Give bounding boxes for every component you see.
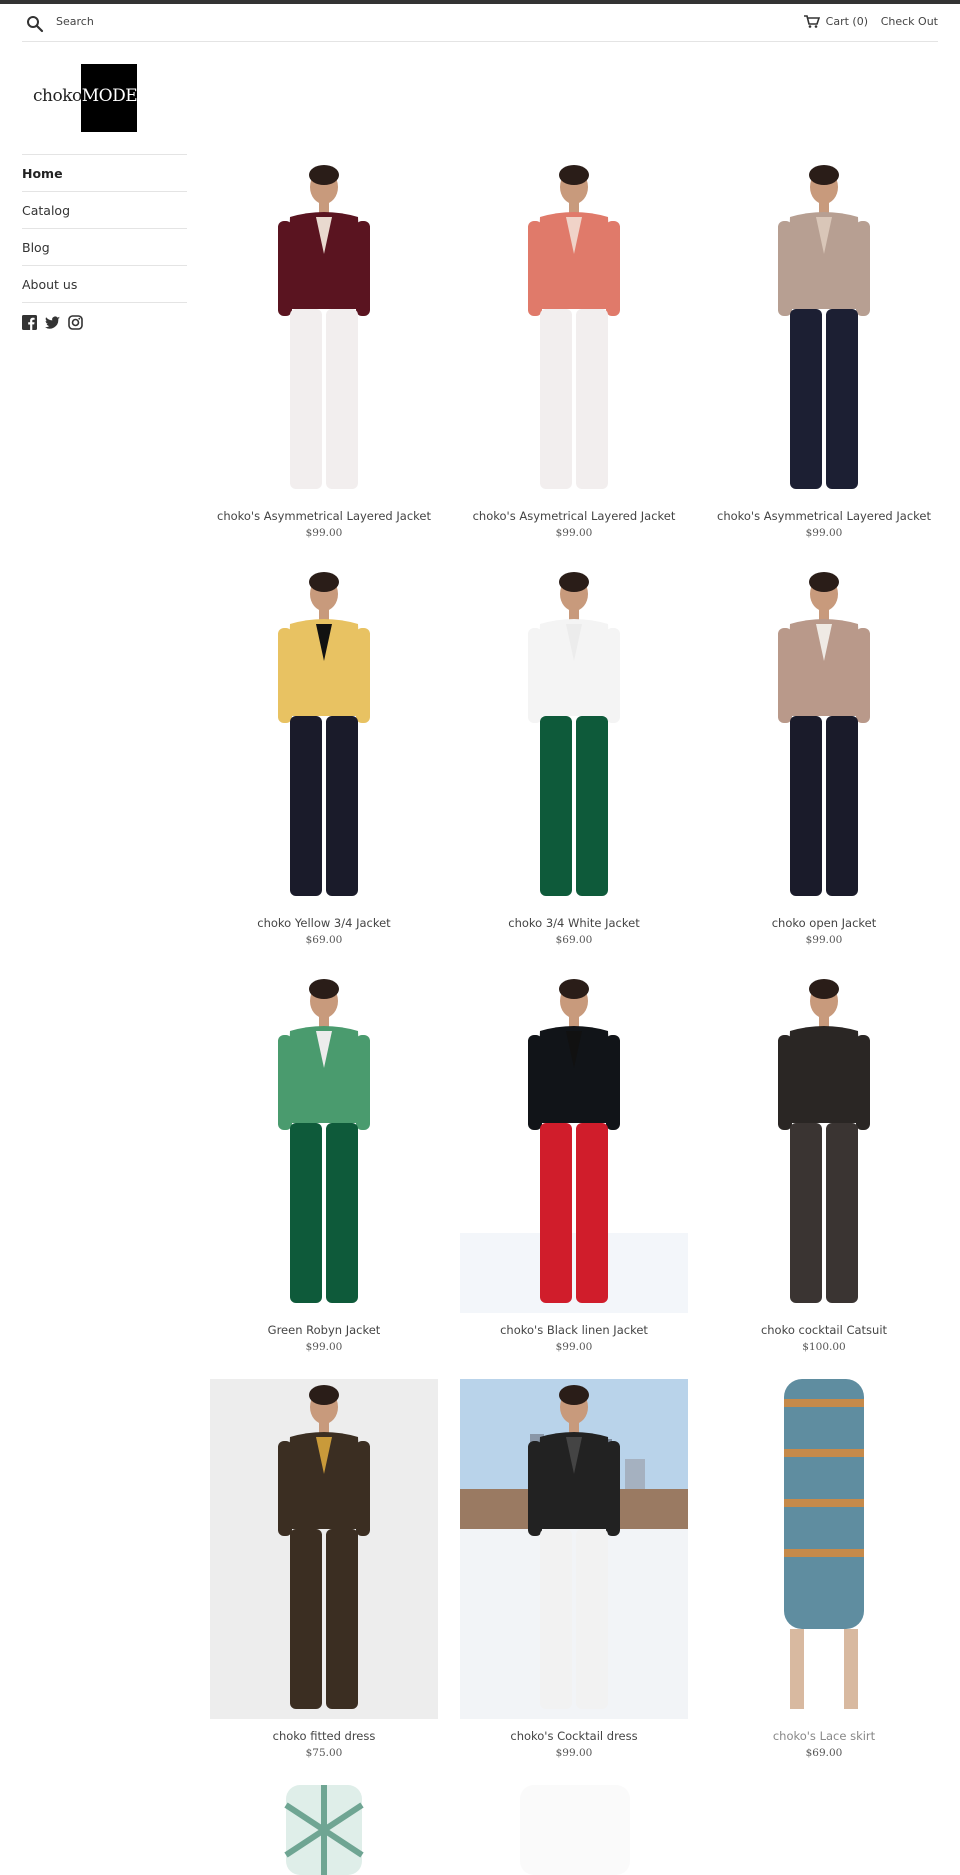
cart-link[interactable]: Cart (0) [803, 15, 868, 28]
product-title[interactable]: choko's Cocktail dress [460, 1729, 688, 1743]
product-card[interactable]: choko cocktail Catsuit $100.00 [710, 973, 938, 1353]
product-price: $99.00 [805, 934, 843, 946]
product-title[interactable]: choko's Asymmetrical Layered Jacket [210, 509, 438, 523]
product-card[interactable]: choko's Cocktail dress $99.00 [460, 1379, 688, 1759]
product-image[interactable] [460, 566, 688, 906]
product-title[interactable]: choko's Asymmetrical Layered Jacket [710, 509, 938, 523]
twitter-icon[interactable] [45, 315, 60, 330]
product-card[interactable]: choko Yellow 3/4 Jacket $69.00 [210, 566, 438, 946]
instagram-icon[interactable] [68, 315, 83, 330]
cart-label: Cart (0) [825, 15, 868, 28]
nav-item-blog[interactable]: Blog [22, 229, 187, 266]
search-icon[interactable] [26, 15, 44, 33]
product-card[interactable]: choko's Asymmetrical Layered Jacket $99.0… [710, 159, 938, 539]
product-image[interactable] [460, 973, 688, 1313]
product-image[interactable] [460, 159, 688, 499]
nav-item-home[interactable]: Home [22, 155, 187, 192]
product-title[interactable]: choko's Lace skirt [710, 1729, 938, 1743]
product-image[interactable] [210, 973, 438, 1313]
product-image[interactable] [710, 566, 938, 906]
product-title[interactable]: choko's Asymetrical Layered Jacket [460, 509, 688, 523]
site-header: Search Cart (0) Check Out [22, 4, 938, 42]
product-price: $99.00 [555, 1341, 593, 1353]
product-card[interactable]: choko's Lace skirt $69.00 [710, 1379, 938, 1759]
cart-icon [803, 15, 820, 28]
site-logo[interactable]: chokoMODE [22, 64, 138, 132]
sidebar-nav: Home Catalog Blog About us [22, 154, 187, 303]
product-price: $69.00 [555, 934, 593, 946]
product-card[interactable]: choko's Asymetrical Layered Jacket $99.00 [460, 159, 688, 539]
product-title[interactable]: Green Robyn Jacket [210, 1323, 438, 1337]
product-price: $99.00 [305, 527, 343, 539]
logo-text-mode: MODE [81, 86, 138, 106]
product-price: $100.00 [802, 1341, 846, 1353]
product-title[interactable]: choko 3/4 White Jacket [460, 916, 688, 930]
product-price: $75.00 [305, 1747, 343, 1759]
product-card[interactable]: choko 3/4 White Jacket $69.00 [460, 566, 688, 946]
product-image[interactable] [210, 1379, 438, 1719]
nav-item-about-us[interactable]: About us [22, 266, 187, 303]
product-card[interactable]: Green Robyn Jacket $99.00 [210, 973, 438, 1353]
facebook-icon[interactable] [22, 315, 37, 330]
product-card[interactable]: choko fitted dress $75.00 [210, 1379, 438, 1759]
product-card-partial[interactable] [210, 1785, 438, 1875]
product-card[interactable]: choko's Black linen Jacket $99.00 [460, 973, 688, 1353]
logo-text: chokoMODE [33, 86, 138, 106]
product-price: $69.00 [305, 934, 343, 946]
product-image[interactable] [210, 1785, 438, 1875]
product-price: $99.00 [305, 1341, 343, 1353]
checkout-link[interactable]: Check Out [881, 15, 938, 28]
social-links [22, 315, 83, 330]
product-image[interactable] [460, 1785, 688, 1875]
product-image[interactable] [710, 973, 938, 1313]
product-price: $69.00 [805, 1747, 843, 1759]
product-title[interactable]: choko open Jacket [710, 916, 938, 930]
product-image[interactable] [710, 159, 938, 499]
product-price: $99.00 [555, 527, 593, 539]
product-title[interactable]: choko fitted dress [210, 1729, 438, 1743]
product-card[interactable]: choko open Jacket $99.00 [710, 566, 938, 946]
product-image[interactable] [710, 1379, 938, 1719]
product-price: $99.00 [805, 527, 843, 539]
product-title[interactable]: choko Yellow 3/4 Jacket [210, 916, 438, 930]
search-input[interactable]: Search [56, 15, 94, 28]
product-image[interactable] [460, 1379, 688, 1719]
product-title[interactable]: choko cocktail Catsuit [710, 1323, 938, 1337]
product-card[interactable]: choko's Asymmetrical Layered Jacket $99.0… [210, 159, 438, 539]
product-price: $99.00 [555, 1747, 593, 1759]
nav-item-catalog[interactable]: Catalog [22, 192, 187, 229]
product-image[interactable] [210, 566, 438, 906]
logo-text-choko: choko [33, 86, 82, 106]
product-title[interactable]: choko's Black linen Jacket [460, 1323, 688, 1337]
product-image[interactable] [210, 159, 438, 499]
product-card-partial[interactable] [460, 1785, 688, 1875]
